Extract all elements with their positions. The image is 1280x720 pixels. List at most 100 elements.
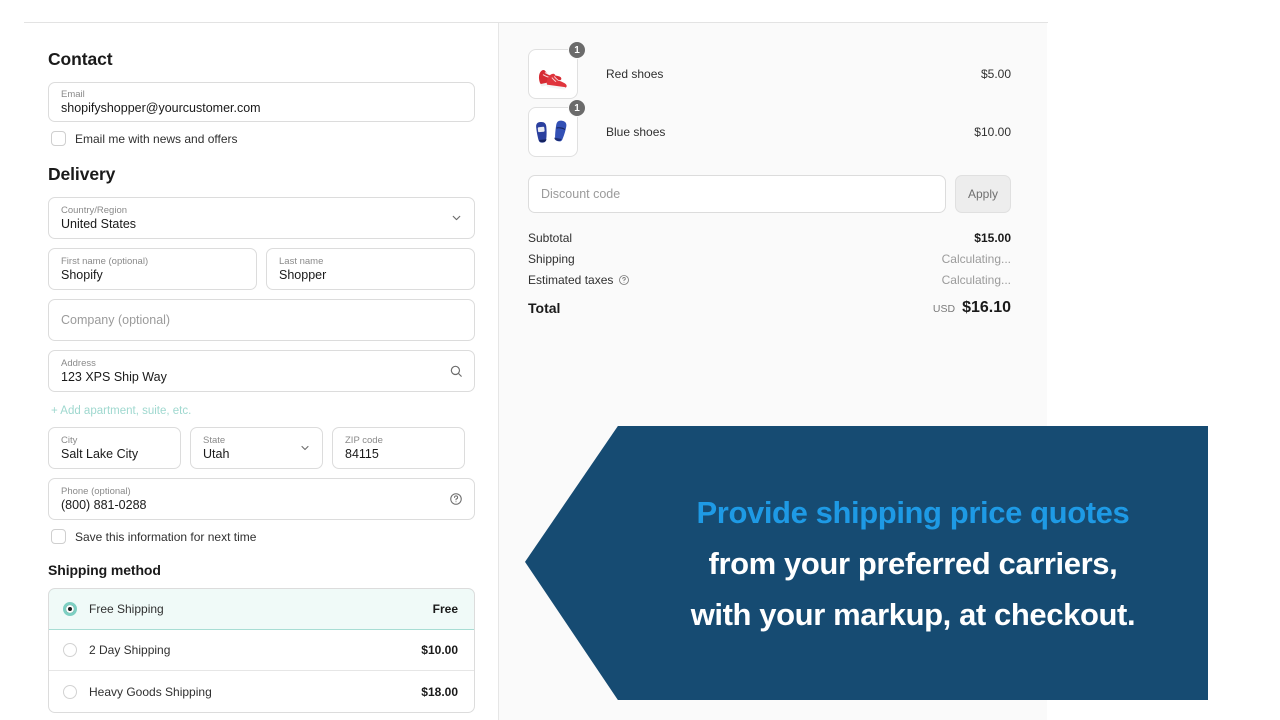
save-info-checkbox[interactable] bbox=[51, 529, 66, 544]
shipping-option-free-shipping[interactable]: Free Shipping Free bbox=[49, 589, 474, 630]
shipping-method-section: Shipping method Free Shipping Free 2 Day… bbox=[48, 562, 475, 713]
promo-banner-line-2: from your preferred carriers, bbox=[708, 545, 1118, 581]
phone-label: Phone (optional) bbox=[61, 485, 131, 497]
address-label: Address bbox=[61, 357, 96, 369]
last-name-label: Last name bbox=[279, 255, 324, 267]
product-thumbnail-wrap: 1 bbox=[528, 41, 586, 99]
shipping-option-price: $18.00 bbox=[421, 684, 458, 699]
radio-free-shipping[interactable] bbox=[63, 602, 77, 616]
first-name-label: First name (optional) bbox=[61, 255, 149, 267]
address-value: 123 XPS Ship Way bbox=[61, 369, 167, 384]
shipping-option-name: 2 Day Shipping bbox=[89, 643, 171, 657]
summary-line-label: Shipping bbox=[528, 252, 575, 266]
shipping-option-price: $10.00 bbox=[421, 643, 458, 657]
summary-line-estimated-taxes: Estimated taxes Calculating... bbox=[528, 273, 1011, 287]
state-value: Utah bbox=[203, 446, 230, 461]
summary-line-total: Total USD $16.10 bbox=[528, 299, 1011, 317]
city-value: Salt Lake City bbox=[61, 446, 139, 461]
search-icon[interactable] bbox=[449, 364, 463, 378]
save-info-checkbox-label: Save this information for next time bbox=[75, 529, 257, 544]
contact-section: Contact Email shopifyshopper@yourcustome… bbox=[48, 49, 475, 146]
discount-code-input[interactable]: Discount code bbox=[528, 175, 946, 213]
summary-line-subtotal: Subtotal $15.00 bbox=[528, 231, 1011, 245]
last-name-value: Shopper bbox=[279, 267, 327, 282]
country-region-value: United States bbox=[61, 216, 137, 231]
last-name-field[interactable]: Last name Shopper bbox=[266, 248, 475, 290]
newsletter-checkbox-row[interactable]: Email me with news and offers bbox=[51, 131, 475, 146]
city-field[interactable]: City Salt Lake City bbox=[48, 427, 181, 469]
country-region-select[interactable]: Country/Region United States bbox=[48, 197, 475, 239]
address-field[interactable]: Address 123 XPS Ship Way bbox=[48, 350, 475, 392]
summary-line-label: Subtotal bbox=[528, 231, 573, 245]
checkout-form-column: Contact Email shopifyshopper@yourcustome… bbox=[24, 23, 499, 720]
delivery-section: Delivery Country/Region United States Fi… bbox=[48, 164, 475, 544]
discount-code-placeholder: Discount code bbox=[541, 187, 621, 201]
shipping-option-price: Free bbox=[432, 602, 458, 616]
order-line-item: 1 Blue shoes $10.00 bbox=[528, 99, 1011, 161]
order-item-price: $10.00 bbox=[974, 125, 1011, 139]
city-state-zip-row: City Salt Lake City State Utah ZIP code bbox=[48, 427, 475, 478]
order-item-price: $5.00 bbox=[980, 67, 1011, 81]
summary-line-label-wrap: Estimated taxes bbox=[528, 273, 630, 287]
email-field-value: shopifyshopper@yourcustomer.com bbox=[61, 100, 261, 115]
summary-line-value: Calculating... bbox=[941, 252, 1011, 266]
name-row: First name (optional) Shopify Last name … bbox=[48, 248, 475, 299]
summary-line-value: $15.00 bbox=[974, 231, 1011, 245]
company-placeholder: Company (optional) bbox=[61, 312, 171, 327]
summary-line-label: Estimated taxes bbox=[528, 273, 614, 287]
first-name-value: Shopify bbox=[61, 267, 103, 282]
shipping-option-2-day-shipping[interactable]: 2 Day Shipping $10.00 bbox=[49, 630, 474, 671]
summary-line-value: Calculating... bbox=[941, 273, 1011, 287]
order-line-item: 1 Red shoes $5.00 bbox=[528, 41, 1011, 103]
apply-discount-button[interactable]: Apply bbox=[955, 175, 1011, 213]
radio-heavy-goods-shipping[interactable] bbox=[63, 684, 77, 699]
radio-2-day-shipping[interactable] bbox=[63, 643, 77, 657]
promo-banner-text: Provide shipping price quotes from your … bbox=[618, 426, 1208, 700]
red-sneakers-image bbox=[538, 70, 567, 90]
newsletter-checkbox-label: Email me with news and offers bbox=[75, 131, 238, 146]
order-item-name: Red shoes bbox=[606, 67, 664, 81]
discount-row: Discount code Apply bbox=[528, 175, 1011, 213]
phone-field[interactable]: Phone (optional) (800) 881-0288 bbox=[48, 478, 475, 520]
phone-value: (800) 881-0288 bbox=[61, 497, 147, 512]
chevron-down-icon bbox=[299, 442, 311, 454]
email-field[interactable]: Email shopifyshopper@yourcustomer.com bbox=[48, 82, 475, 122]
item-quantity-badge: 1 bbox=[568, 99, 586, 117]
zip-code-value: 84115 bbox=[345, 446, 379, 461]
state-label: State bbox=[203, 434, 226, 446]
country-region-label: Country/Region bbox=[61, 204, 128, 216]
chevron-down-icon bbox=[450, 212, 463, 225]
info-circle-icon[interactable] bbox=[618, 274, 630, 286]
blue-loafers-image bbox=[536, 120, 567, 143]
total-amount-wrap: USD $16.10 bbox=[933, 299, 1011, 317]
order-item-name: Blue shoes bbox=[606, 125, 666, 139]
state-select[interactable]: State Utah bbox=[190, 427, 323, 469]
zip-code-label: ZIP code bbox=[345, 434, 383, 446]
add-apartment-link[interactable]: + Add apartment, suite, etc. bbox=[51, 405, 191, 417]
email-field-label: Email bbox=[61, 88, 85, 100]
checkout-page: Contact Email shopifyshopper@yourcustome… bbox=[0, 0, 1280, 720]
newsletter-checkbox[interactable] bbox=[51, 131, 66, 146]
city-label: City bbox=[61, 434, 78, 446]
first-name-field[interactable]: First name (optional) Shopify bbox=[48, 248, 257, 290]
summary-line-shipping: Shipping Calculating... bbox=[528, 252, 1011, 266]
zip-code-field[interactable]: ZIP code 84115 bbox=[332, 427, 465, 469]
contact-heading: Contact bbox=[48, 49, 113, 69]
promo-banner-line-3: with your markup, at checkout. bbox=[690, 596, 1136, 632]
delivery-heading: Delivery bbox=[48, 164, 116, 184]
shipping-option-name: Free Shipping bbox=[89, 602, 164, 616]
total-label: Total bbox=[528, 300, 561, 316]
total-currency: USD bbox=[932, 303, 956, 315]
shipping-option-name: Heavy Goods Shipping bbox=[89, 684, 212, 699]
company-field[interactable]: Company (optional) bbox=[48, 299, 475, 341]
product-thumbnail-wrap: 1 bbox=[528, 99, 586, 157]
save-info-checkbox-row[interactable]: Save this information for next time bbox=[51, 529, 475, 544]
item-quantity-badge: 1 bbox=[568, 41, 586, 59]
promo-banner-line-1: Provide shipping price quotes bbox=[696, 494, 1130, 530]
shipping-method-list: Free Shipping Free 2 Day Shipping $10.00… bbox=[48, 588, 475, 713]
help-circle-icon[interactable] bbox=[449, 492, 463, 506]
shipping-method-heading: Shipping method bbox=[48, 562, 161, 578]
total-amount: $16.10 bbox=[962, 299, 1011, 316]
promo-banner: Provide shipping price quotes from your … bbox=[525, 426, 1208, 700]
shipping-option-heavy-goods-shipping[interactable]: Heavy Goods Shipping $18.00 bbox=[49, 671, 474, 712]
